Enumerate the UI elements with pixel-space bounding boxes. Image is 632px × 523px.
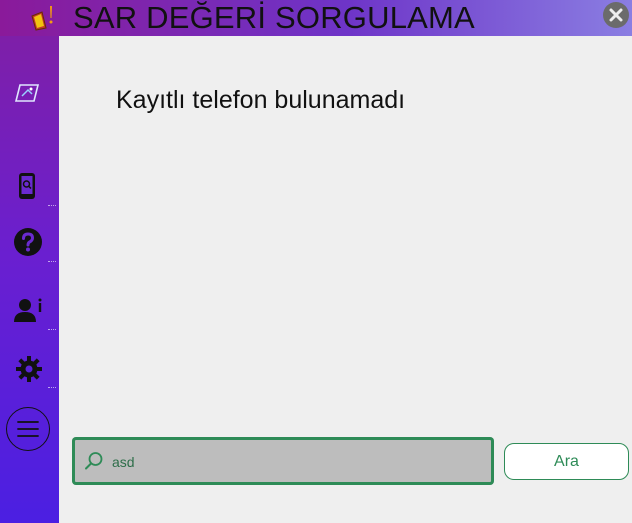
hamburger-menu-icon: [17, 421, 39, 437]
phone-search-icon: [19, 173, 35, 199]
sidebar-item-phone-search[interactable]: [0, 166, 59, 206]
search-button[interactable]: Ara: [504, 443, 629, 480]
sidebar-item-settings[interactable]: [0, 348, 59, 388]
sidebar: [0, 36, 59, 523]
empty-state-message: Kayıtlı telefon bulunamadı: [116, 86, 406, 114]
gear-icon: [16, 356, 42, 382]
question-circle-icon: [14, 228, 42, 256]
app-logo-icon: [28, 4, 58, 32]
search-input[interactable]: [110, 447, 484, 477]
close-icon: [609, 8, 623, 22]
search-icon: [84, 451, 104, 476]
close-button[interactable]: [603, 2, 629, 28]
sidebar-item-user-info[interactable]: [0, 290, 59, 330]
separator-dots: [48, 203, 56, 206]
separator-dots: [48, 327, 56, 330]
menu-button[interactable]: [6, 407, 50, 451]
sidebar-item-help[interactable]: [0, 222, 59, 262]
separator-dots: [48, 385, 56, 388]
window-title: SAR DEĞERİ SORGULAMA: [73, 0, 475, 35]
sidebar-logo[interactable]: [0, 74, 59, 114]
ticket-icon: [14, 84, 40, 102]
title-bar: SAR DEĞERİ SORGULAMA: [0, 0, 632, 36]
separator-dots: [48, 259, 56, 262]
user-info-icon: [14, 298, 42, 322]
main-panel: Kayıtlı telefon bulunamadı Ara: [59, 36, 632, 523]
search-box[interactable]: [72, 437, 494, 485]
